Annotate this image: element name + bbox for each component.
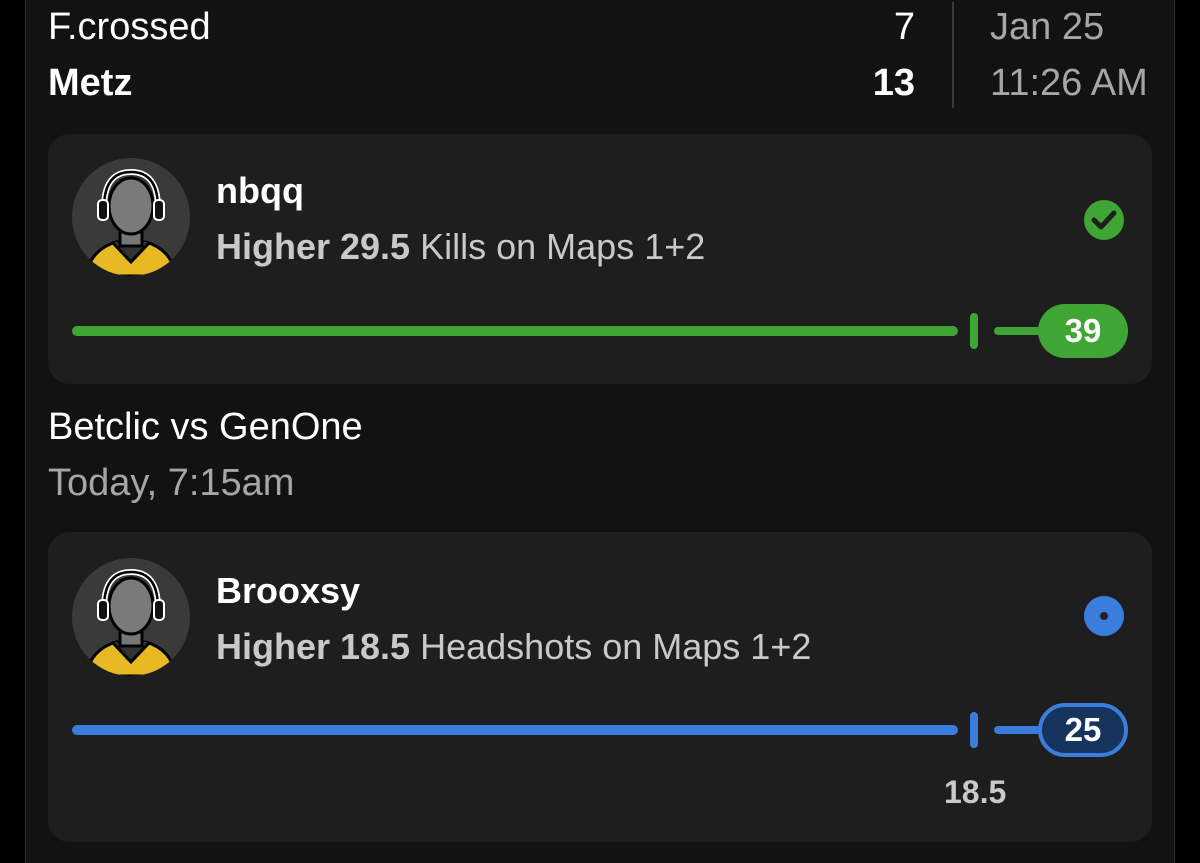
pick-stat: Headshots on Maps 1+2 <box>420 626 812 667</box>
pick-description: Higher 18.5 Headshots on Maps 1+2 <box>216 626 811 668</box>
match-time: Today, 7:15am <box>48 462 295 504</box>
pick-card-nbqq[interactable]: nbqq Higher 29.5 Kills on Maps 1+2 39 <box>48 134 1152 384</box>
pick-direction: Higher 29.5 <box>216 226 411 267</box>
progress-connector <box>994 327 1044 335</box>
line-value-label: 18.5 <box>944 774 1007 810</box>
check-circle-icon <box>1082 198 1126 242</box>
line-marker <box>970 313 978 349</box>
pick-card-brooxsy[interactable]: Brooxsy Higher 18.5 Headshots on Maps 1+… <box>48 532 1152 842</box>
progress-bar <box>72 725 958 735</box>
pick-direction: Higher 18.5 <box>216 626 411 667</box>
player-avatar-icon <box>72 158 190 276</box>
team2-score: 13 <box>872 62 915 104</box>
player-avatar-icon <box>72 558 190 676</box>
match-title: Betclic vs GenOne <box>48 406 363 448</box>
team1-name: F.crossed <box>48 6 211 48</box>
game-date: Jan 25 <box>990 6 1105 48</box>
pick-stat: Kills on Maps 1+2 <box>420 226 706 267</box>
progress-connector <box>994 726 1044 734</box>
team2-name: Metz <box>48 62 133 104</box>
game-time: 11:26 AM <box>990 62 1148 104</box>
player-name: nbqq <box>216 170 304 211</box>
team1-score: 7 <box>893 6 915 48</box>
pick-description: Higher 29.5 Kills on Maps 1+2 <box>216 226 705 268</box>
live-dot-icon <box>1082 594 1126 638</box>
progress-bar <box>72 326 958 336</box>
header-divider <box>952 2 954 108</box>
line-marker <box>970 712 978 748</box>
actual-value-pill: 39 <box>1038 304 1128 358</box>
actual-value-pill: 25 <box>1038 703 1128 757</box>
player-name: Brooxsy <box>216 570 361 611</box>
